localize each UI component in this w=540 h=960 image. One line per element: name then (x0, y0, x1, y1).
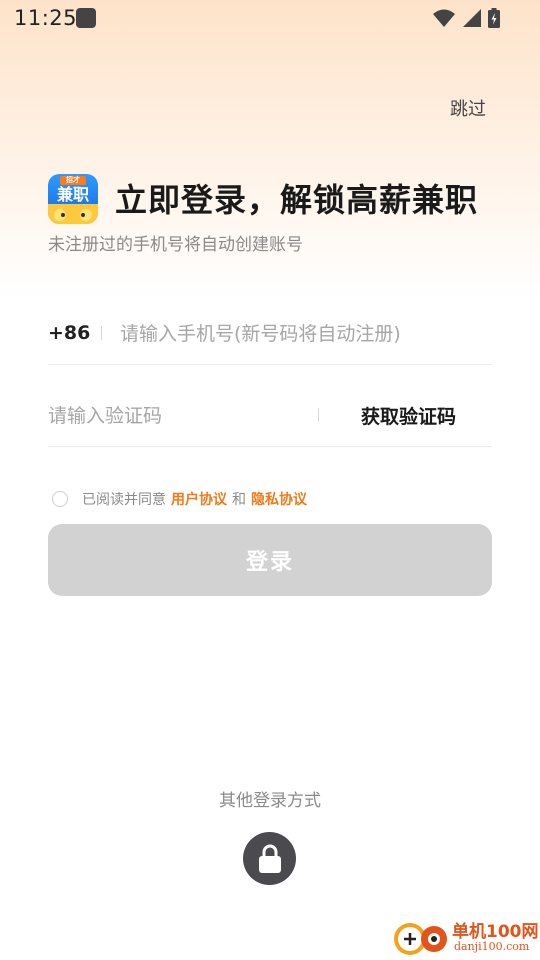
watermark: 单机100网 danji100.com (390, 915, 540, 960)
notification-icon (76, 8, 96, 28)
login-button[interactable]: 登录 (48, 524, 492, 596)
watermark-logo-icon (394, 923, 447, 955)
lock-icon (258, 844, 281, 873)
page-subtitle: 未注册过的手机号将自动创建账号 (48, 235, 303, 255)
status-bar: 11:25 (0, 0, 540, 36)
page-title: 立即登录，解锁高薪兼职 (115, 181, 479, 219)
watermark-name: 单机100网 (452, 922, 539, 942)
app-logo: 招才 兼职 (48, 174, 98, 224)
code-divider (318, 408, 319, 422)
privacy-policy-link[interactable]: 隐私协议 (251, 489, 307, 509)
skip-link[interactable]: 跳过 (450, 95, 486, 121)
signal-icon (463, 9, 481, 27)
wifi-icon (433, 9, 455, 27)
agreement-conjunction: 和 (232, 492, 246, 508)
status-time: 11:25 (14, 6, 78, 30)
country-code[interactable]: +86 (48, 322, 90, 344)
watermark-domain: danji100.com (454, 940, 530, 953)
app-logo-text: 兼职 (56, 185, 89, 204)
battery-icon (488, 8, 500, 28)
agreement-row: 已阅读并同意 用户协议 和 隐私协议 (52, 488, 312, 510)
lock-login-button[interactable] (243, 832, 296, 885)
user-agreement-link[interactable]: 用户协议 (171, 489, 227, 509)
header-background (0, 0, 540, 300)
app-logo-badge: 招才 (66, 176, 80, 184)
phone-input[interactable] (120, 316, 490, 352)
code-row: 获取验证码 (48, 386, 492, 447)
get-code-button[interactable]: 获取验证码 (361, 402, 456, 429)
phone-row: +86 (48, 304, 492, 365)
agreement-prefix: 已阅读并同意 (82, 492, 166, 508)
other-login-title: 其他登录方式 (219, 791, 321, 811)
status-icons (432, 8, 500, 28)
country-code-divider (101, 326, 102, 340)
verification-code-input[interactable] (48, 398, 308, 434)
agreement-checkbox[interactable] (52, 491, 68, 507)
